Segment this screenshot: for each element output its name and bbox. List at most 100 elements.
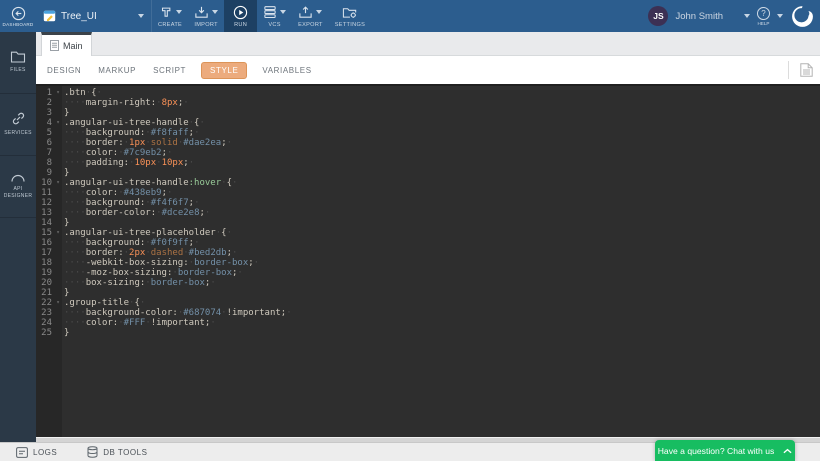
tab-script[interactable]: SCRIPT [151,63,188,78]
code-line[interactable]: } [64,218,820,228]
code-line[interactable]: ····color:·#7c9eb2;· [64,148,820,158]
code-line[interactable]: ····-webkit-box-sizing:·border-box;· [64,258,820,268]
import-button[interactable]: IMPORT [188,0,224,32]
code-line[interactable]: ····-moz-box-sizing:·border-box;· [64,268,820,278]
help-button[interactable]: ? HELP [757,7,770,26]
code-line[interactable]: ····background:·#f0f9ff;· [64,238,820,248]
code-area[interactable]: .btn·{·····margin-right:·8px;·}.angular-… [62,86,820,437]
chevron-up-icon [783,448,792,454]
user-menu-caret-icon[interactable] [744,14,750,18]
tab-style[interactable]: STYLE [201,62,247,79]
code-line[interactable]: .angular-ui-tree-handle·{· [64,118,820,128]
line-number[interactable]: 21 [36,288,62,298]
line-number[interactable]: 25 [36,328,62,338]
code-line[interactable]: ····color:·#438eb9;· [64,188,820,198]
fold-toggle-icon[interactable]: ▾ [54,228,62,238]
line-number[interactable]: 19 [36,268,62,278]
link-icon [11,111,26,126]
code-line[interactable]: ····color:·#FFF·!important;· [64,318,820,328]
code-line[interactable]: ····background-color:·#687074·!important… [64,308,820,318]
line-number[interactable]: 14 [36,218,62,228]
line-number[interactable]: 11 [36,188,62,198]
line-number[interactable]: 6 [36,138,62,148]
vcs-stack-icon [263,5,277,19]
tab-markup[interactable]: MARKUP [96,63,138,78]
code-line[interactable]: ····box-sizing:·border-box;· [64,278,820,288]
tab-design[interactable]: DESIGN [45,63,83,78]
sidebar-item-services[interactable]: SERVICES [0,94,36,156]
line-number[interactable]: 2 [36,98,62,108]
export-label: EXPORT [298,22,323,28]
code-line[interactable]: .angular-ui-tree-handle:hover·{· [64,178,820,188]
save-page-icon[interactable] [800,63,813,77]
code-line[interactable]: ····padding:·10px·10px;· [64,158,820,168]
code-line[interactable]: ····background:·#f8faff;· [64,128,820,138]
import-icon [194,5,209,19]
code-line[interactable]: ····margin-right:·8px;· [64,98,820,108]
settings-folder-gear-icon [342,5,357,19]
line-number[interactable]: 16 [36,238,62,248]
code-line[interactable]: } [64,328,820,338]
folder-icon [10,50,26,63]
help-menu-caret-icon[interactable] [777,14,783,18]
fold-toggle-icon[interactable]: ▾ [54,118,62,128]
sidebar-item-files[interactable]: FILES [0,32,36,94]
code-line[interactable]: } [64,108,820,118]
dashboard-button[interactable]: DASHBOARD [0,0,36,32]
line-number[interactable]: 15▾ [36,228,62,238]
settings-button[interactable]: SETTINGS [329,0,371,32]
fold-toggle-icon[interactable]: ▾ [54,298,62,308]
fold-toggle-icon[interactable]: ▾ [54,178,62,188]
code-line[interactable]: ····border:·2px·dashed·#bed2db;· [64,248,820,258]
logs-button[interactable]: LOGS [16,447,57,458]
line-number[interactable]: 1▾ [36,88,62,98]
chat-widget-button[interactable]: Have a question? Chat with us [655,440,795,461]
code-line[interactable]: ····background:·#f4f6f7;· [64,198,820,208]
create-button[interactable]: CREATE [152,0,188,32]
line-number[interactable]: 20 [36,278,62,288]
chevron-down-icon [176,10,182,14]
sidebar-item-api-designer[interactable]: API DESIGNER [0,156,36,218]
code-line[interactable]: ····border:·1px·solid·#dae2ea;· [64,138,820,148]
export-button[interactable]: EXPORT [292,0,329,32]
code-line[interactable]: .btn·{· [64,88,820,98]
project-selector[interactable]: Tree_UI [36,0,152,32]
code-editor[interactable]: 1▾234▾5678910▾1112131415▾16171819202122▾… [36,84,820,437]
line-number[interactable]: 24 [36,318,62,328]
help-question-icon: ? [757,7,770,20]
line-number[interactable]: 5 [36,128,62,138]
db-tools-button[interactable]: DB TOOLS [87,446,147,458]
tab-variables[interactable]: VARIABLES [260,63,313,78]
subtab-right-tools [788,61,813,79]
line-number[interactable]: 17 [36,248,62,258]
tab-main[interactable]: Main [41,32,92,56]
line-number[interactable]: 3 [36,108,62,118]
fold-toggle-icon[interactable]: ▾ [54,88,62,98]
code-line[interactable]: } [64,288,820,298]
avatar[interactable]: JS [648,6,668,26]
line-number[interactable]: 22▾ [36,298,62,308]
line-number[interactable]: 7 [36,148,62,158]
line-number[interactable]: 9 [36,168,62,178]
api-designer-label: API DESIGNER [0,186,36,201]
code-line[interactable]: .angular-ui-tree-placeholder·{· [64,228,820,238]
line-number[interactable]: 8 [36,158,62,168]
dashboard-back-icon [11,6,26,21]
user-name[interactable]: John Smith [675,11,723,22]
code-line[interactable]: ····border-color:·#dce2e8;· [64,208,820,218]
dashboard-label: DASHBOARD [3,22,34,27]
brand-wave-logo-icon [790,4,815,29]
line-number[interactable]: 10▾ [36,178,62,188]
code-line[interactable]: .group-title·{· [64,298,820,308]
code-line[interactable]: } [64,168,820,178]
vcs-button[interactable]: VCS [257,0,292,32]
line-number[interactable]: 12 [36,198,62,208]
run-button[interactable]: RUN [224,0,257,32]
line-number[interactable]: 23 [36,308,62,318]
db-tools-label: DB TOOLS [103,448,147,457]
line-number[interactable]: 4▾ [36,118,62,128]
line-number[interactable]: 13 [36,208,62,218]
line-number[interactable]: 18 [36,258,62,268]
run-label: RUN [234,22,247,28]
left-sidebar: FILES SERVICES API DESIGNER [0,32,36,442]
